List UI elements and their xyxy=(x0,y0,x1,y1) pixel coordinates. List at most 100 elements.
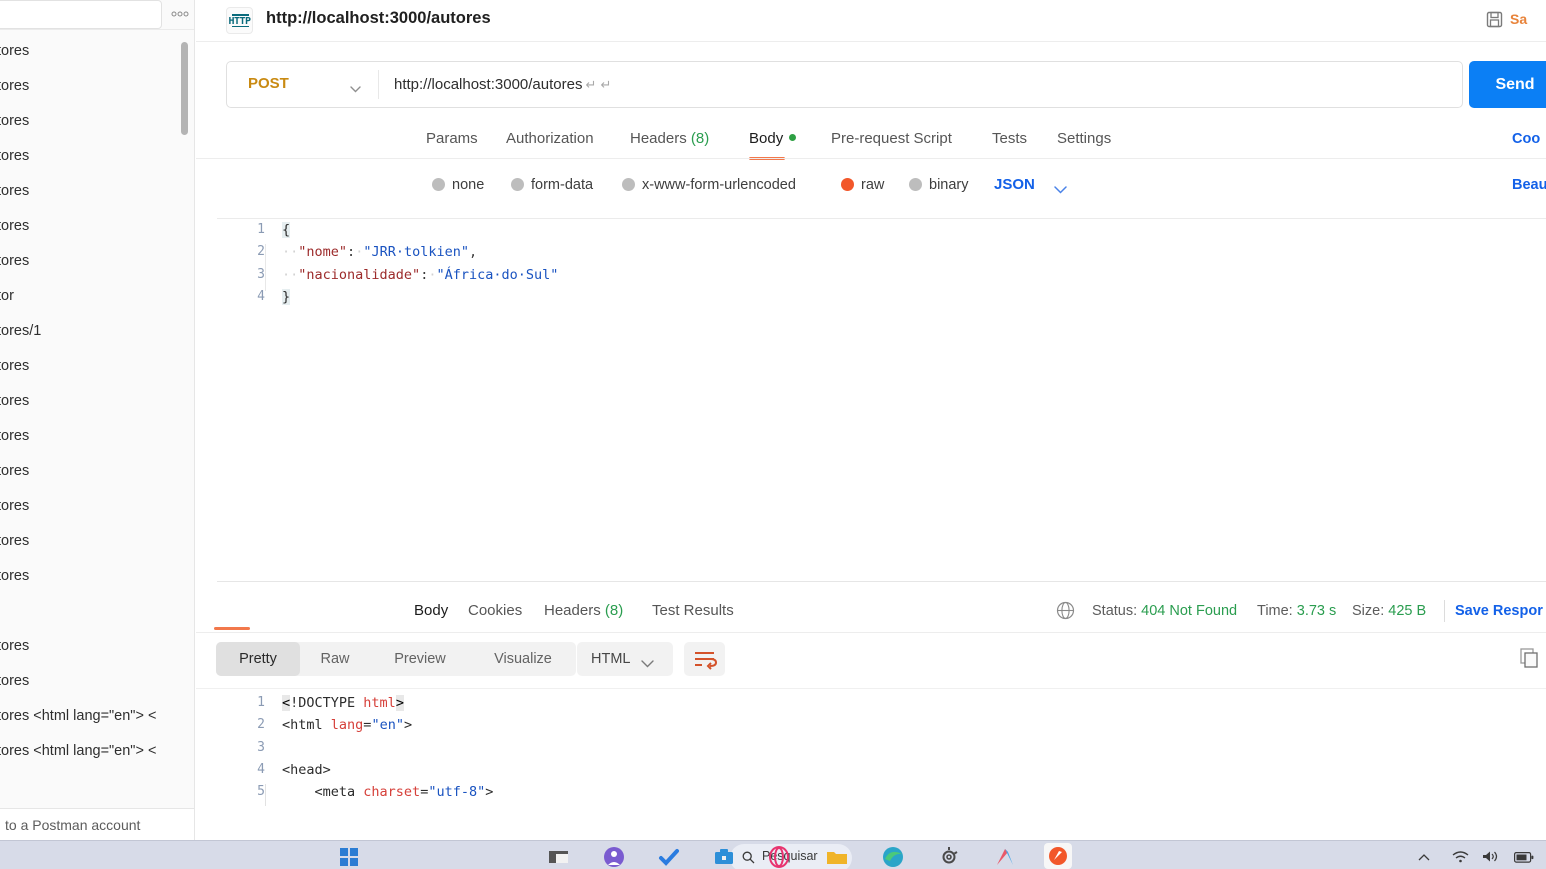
request-tab-headers[interactable]: Headers (8) xyxy=(630,120,709,158)
response-body-line: 4 <head> xyxy=(217,759,1546,781)
radio-icon[interactable] xyxy=(841,178,854,191)
sidebar-search-input[interactable] xyxy=(0,0,162,29)
tab-label: Pre-request Script xyxy=(831,130,952,147)
paint-icon[interactable] xyxy=(993,846,1015,868)
body-type-x-www-form-urlencoded[interactable]: x-www-form-urlencoded xyxy=(622,168,796,202)
beautify-button[interactable]: Beau xyxy=(1512,168,1546,202)
opera-icon[interactable] xyxy=(768,846,790,868)
history-list-item[interactable]: tores xyxy=(0,209,194,244)
history-list-item[interactable]: tores xyxy=(0,104,194,139)
postman-icon[interactable] xyxy=(1044,843,1072,869)
body-format-value: JSON xyxy=(994,176,1035,193)
send-button[interactable]: Send xyxy=(1469,61,1546,108)
response-tab-headers[interactable]: Headers (8) xyxy=(544,594,623,628)
response-tab-test-results[interactable]: Test Results xyxy=(652,594,734,628)
history-list-item[interactable]: tores xyxy=(0,454,194,489)
briefcase-icon[interactable] xyxy=(713,846,735,868)
history-list-item[interactable]: tores xyxy=(0,664,194,699)
postman-window: torestorestorestorestorestorestorestorto… xyxy=(0,0,1546,869)
request-tab-settings[interactable]: Settings xyxy=(1057,120,1111,158)
history-list-item[interactable]: tores xyxy=(0,559,194,594)
url-bar: POST http://localhost:3000/autores ↵ ↵ xyxy=(226,61,1473,108)
sidebar-more-options-icon[interactable] xyxy=(171,7,189,20)
response-tab-body[interactable]: Body xyxy=(414,594,448,628)
settings-icon[interactable] xyxy=(938,846,960,868)
radio-icon[interactable] xyxy=(432,178,445,191)
body-type-label: binary xyxy=(929,177,969,193)
cookies-button[interactable]: Coo xyxy=(1512,120,1546,158)
body-type-raw[interactable]: raw xyxy=(841,168,884,202)
view-mode-raw[interactable]: Raw xyxy=(300,642,370,676)
view-mode-visualize[interactable]: Visualize xyxy=(470,642,576,676)
save-label[interactable]: Sa xyxy=(1510,11,1544,27)
http-method-value[interactable]: POST xyxy=(248,75,289,92)
history-list-item[interactable]: tores xyxy=(0,384,194,419)
history-list-item[interactable]: tores xyxy=(0,489,194,524)
request-body-code[interactable]: 1{2 ··"nome":·"JRR·tolkien", 3 ··"nacionali… xyxy=(217,219,1546,308)
active-tab-indicator xyxy=(214,627,250,630)
body-type-none[interactable]: none xyxy=(432,168,484,202)
volume-icon[interactable] xyxy=(1482,850,1498,868)
unsaved-dot-icon xyxy=(789,134,797,141)
sidebar-footer-text: to a Postman account xyxy=(0,808,194,840)
response-body-line: 5 <meta charset="utf-8"> xyxy=(217,781,1546,803)
request-tab-params[interactable]: Params xyxy=(426,120,478,158)
url-input[interactable]: http://localhost:3000/autores ↵ ↵ xyxy=(394,76,611,93)
request-tab-tests[interactable]: Tests xyxy=(992,120,1027,158)
start-icon[interactable] xyxy=(338,846,360,868)
save-response-button[interactable]: Save Respor xyxy=(1455,594,1546,628)
radio-icon[interactable] xyxy=(622,178,635,191)
body-type-binary[interactable]: binary xyxy=(909,168,969,202)
chevron-down-icon xyxy=(641,655,654,668)
body-format-select[interactable]: JSON xyxy=(994,168,1035,202)
history-list-item[interactable]: tores xyxy=(0,524,194,559)
save-icon[interactable] xyxy=(1486,11,1503,28)
history-list-item[interactable]: tores/1 xyxy=(0,314,194,349)
folder-icon[interactable] xyxy=(826,846,848,868)
history-list-item[interactable]: tores <html lang="en"> < xyxy=(0,734,194,769)
history-list-item[interactable]: tores xyxy=(0,629,194,664)
history-list-item[interactable]: tores xyxy=(0,34,194,69)
status-label: Status: xyxy=(1092,603,1138,619)
chevron-up-icon[interactable] xyxy=(1418,850,1430,868)
history-list-item[interactable]: tores xyxy=(0,349,194,384)
radio-icon[interactable] xyxy=(909,178,922,191)
history-list-item[interactable]: tores xyxy=(0,69,194,104)
todo-icon[interactable] xyxy=(658,846,680,868)
history-list-item[interactable]: tores xyxy=(0,139,194,174)
response-tab-cookies[interactable]: Cookies xyxy=(468,594,522,628)
teams-icon[interactable] xyxy=(603,846,625,868)
file-explorer-icon[interactable] xyxy=(548,846,570,868)
history-list-item[interactable]: tores xyxy=(0,174,194,209)
history-list-item[interactable]: tores xyxy=(0,244,194,279)
history-list-item[interactable]: tor xyxy=(0,279,194,314)
history-list-item[interactable]: tores <html lang="en"> < xyxy=(0,699,194,734)
radio-icon[interactable] xyxy=(511,178,524,191)
battery-icon[interactable] xyxy=(1514,850,1534,868)
code-token: > xyxy=(403,717,413,734)
copy-icon[interactable] xyxy=(1520,648,1540,670)
request-tab-body[interactable]: Body xyxy=(749,120,797,158)
view-mode-pretty[interactable]: Pretty xyxy=(216,642,300,676)
line-number: 3 xyxy=(257,739,265,755)
response-format-select[interactable]: HTML xyxy=(577,642,673,676)
code-token: "JRR·tolkien" xyxy=(363,244,469,261)
view-mode-preview[interactable]: Preview xyxy=(370,642,470,676)
wifi-icon[interactable] xyxy=(1452,850,1469,868)
sidebar-scrollbar[interactable] xyxy=(181,42,188,135)
request-body-editor[interactable]: 1{2 ··"nome":·"JRR·tolkien", 3 ··"nacionali… xyxy=(217,218,1546,581)
chevron-down-icon[interactable] xyxy=(350,80,361,93)
code-text: <head> xyxy=(282,759,331,781)
size-metric: Size: 425 B xyxy=(1352,594,1426,628)
word-wrap-icon[interactable] xyxy=(684,642,725,676)
code-token: <meta xyxy=(282,784,364,801)
request-tab-pre-request-script[interactable]: Pre-request Script xyxy=(831,120,952,158)
chevron-down-icon[interactable] xyxy=(1054,181,1067,194)
body-type-form-data[interactable]: form-data xyxy=(511,168,593,202)
edge-icon[interactable] xyxy=(882,846,904,868)
request-tab-authorization[interactable]: Authorization xyxy=(506,120,594,158)
body-type-label: raw xyxy=(861,177,885,193)
line-number: 5 xyxy=(257,784,265,800)
response-body-code[interactable]: 1 <!DOCTYPE html> 2 <html lang="en"> 3 4 <head… xyxy=(217,692,1546,803)
history-list-item[interactable]: tores xyxy=(0,419,194,454)
